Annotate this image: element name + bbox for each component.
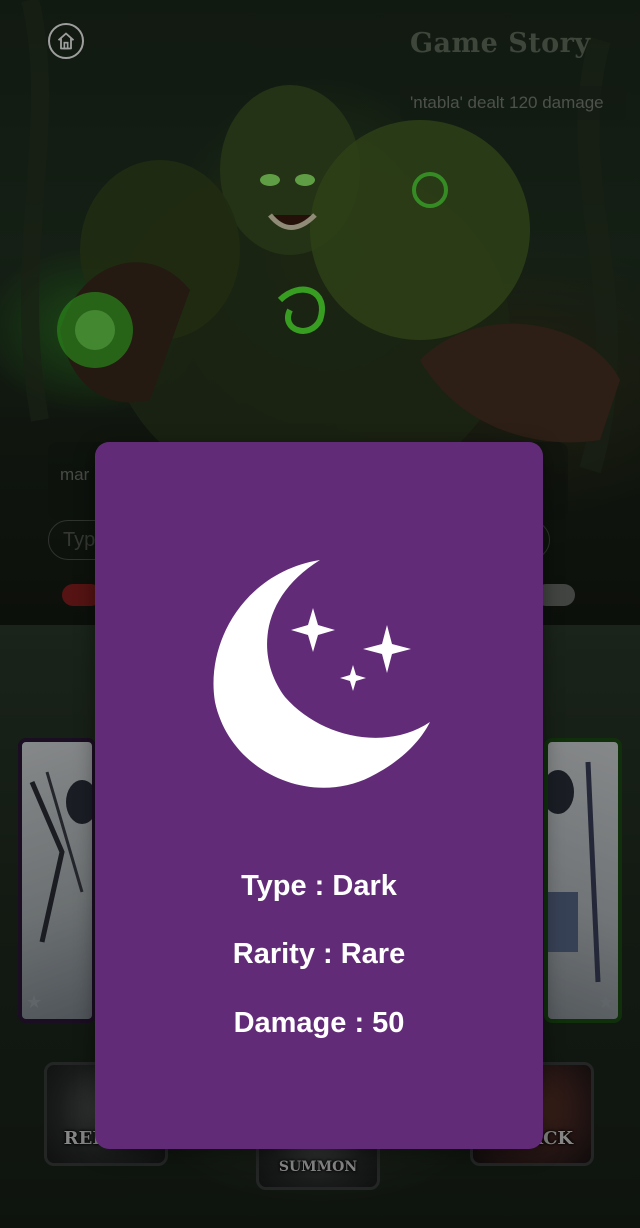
card-type: Type : Dark [241,870,397,902]
card-detail-modal[interactable]: Type : Dark Rarity : Rare Damage : 50 [95,442,543,1149]
card-rarity: Rarity : Rare [232,938,406,970]
crescent-moon-stars-icon [213,560,430,788]
card-damage: Damage : 50 [233,1007,405,1039]
